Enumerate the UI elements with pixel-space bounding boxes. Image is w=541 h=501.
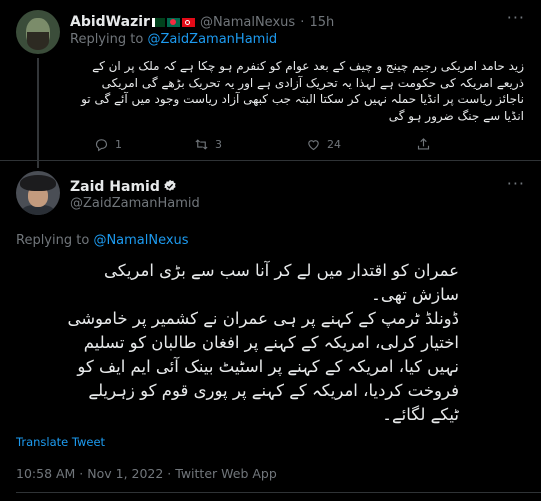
tweet-header: AbidWazir @NamalNexus · 15h — [70, 11, 334, 30]
share-button[interactable] — [416, 137, 431, 152]
display-name[interactable]: Zaid Hamid — [70, 179, 160, 195]
handle[interactable]: @NamalNexus — [200, 15, 295, 30]
bangladesh-flag-icon — [166, 18, 180, 27]
pakistan-flag-icon — [151, 18, 165, 27]
replying-to-label: Replying to — [70, 32, 144, 47]
turkey-flag-icon — [181, 18, 195, 27]
replying-to-handle[interactable]: @ZaidZamanHamid — [147, 32, 277, 47]
retweet-count: 3 — [215, 138, 222, 151]
reply-button[interactable]: 1 — [94, 137, 122, 152]
divider — [16, 492, 541, 493]
time-ago[interactable]: 15h — [309, 15, 334, 30]
like-button[interactable]: 24 — [306, 137, 341, 152]
separator: · — [300, 15, 305, 30]
reply-count: 1 — [115, 138, 122, 151]
retweet-icon — [195, 139, 208, 150]
share-icon — [417, 138, 430, 150]
replying-to-handle[interactable]: @NamalNexus — [93, 233, 188, 248]
action-bar: 1 3 24 — [94, 137, 514, 152]
avatar[interactable] — [16, 10, 60, 54]
avatar-hair — [20, 175, 56, 191]
like-count: 24 — [327, 138, 341, 151]
replying-to-label: Replying to — [16, 233, 90, 248]
tweet-author: Zaid Hamid — [70, 176, 177, 195]
tweet-text: عمران کو اقتدار میں لے کر آنا سب سے بڑی … — [67, 261, 459, 424]
thread-line — [37, 58, 39, 168]
tweet-text: زید حامد امریکی رجیم چینج و چیف کے بعد ع… — [81, 59, 524, 123]
tweet-timestamp[interactable]: 10:58 AM · Nov 1, 2022 · Twitter Web App — [16, 466, 277, 481]
avatar-beard — [27, 32, 49, 50]
translate-tweet-link[interactable]: Translate Tweet — [16, 435, 105, 449]
handle[interactable]: @ZaidZamanHamid — [70, 196, 200, 211]
more-options-icon[interactable]: ··· — [507, 8, 525, 27]
reply-tweet[interactable]: AbidWazir @NamalNexus · 15h ··· Replying… — [0, 0, 541, 168]
replying-to: Replying to @NamalNexus — [16, 233, 189, 248]
reply-icon — [95, 139, 108, 152]
replying-to: Replying to @ZaidZamanHamid — [70, 32, 277, 47]
avatar[interactable] — [16, 171, 60, 215]
verified-badge-icon — [164, 179, 176, 191]
more-options-icon[interactable]: ··· — [507, 174, 525, 193]
divider — [0, 160, 541, 161]
like-icon — [308, 140, 319, 151]
retweet-button[interactable]: 3 — [194, 137, 222, 152]
display-name[interactable]: AbidWazir — [70, 14, 150, 30]
